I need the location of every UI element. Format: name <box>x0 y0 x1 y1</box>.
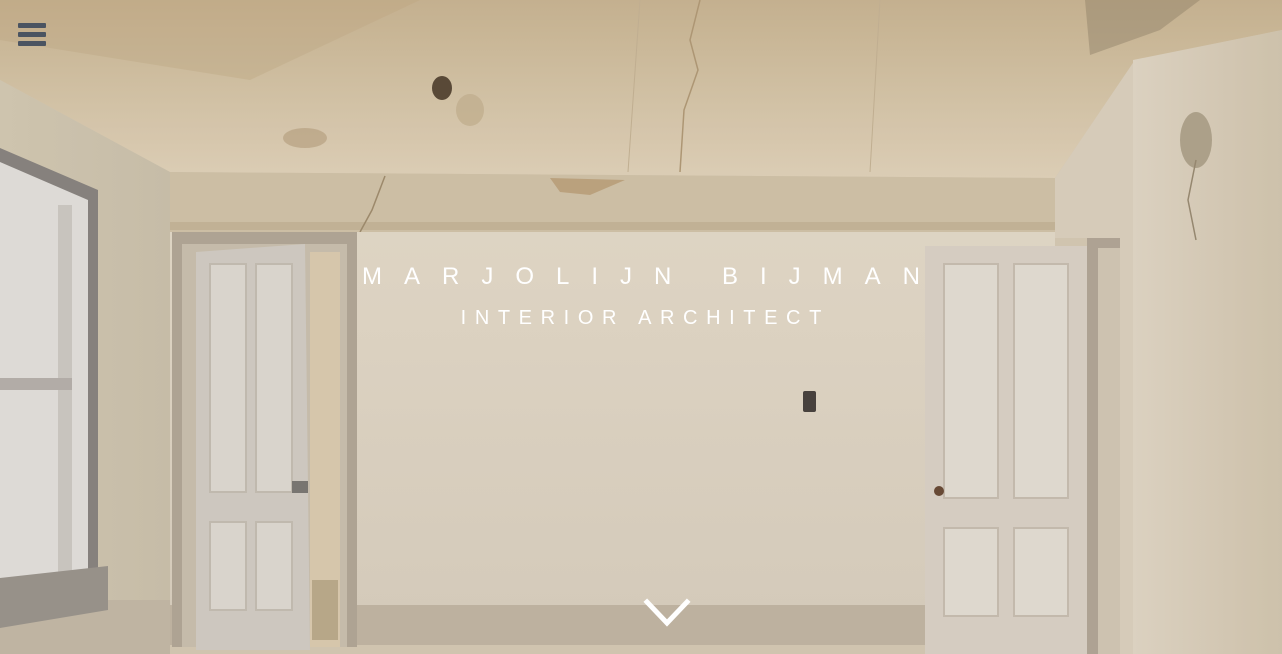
hero-section: MARJOLIJN BIJMAN INTERIOR ARCHITECT <box>0 0 1282 654</box>
menu-button[interactable] <box>17 22 47 48</box>
scroll-down-button[interactable] <box>643 596 691 630</box>
site-subtitle: INTERIOR ARCHITECT <box>460 307 830 329</box>
site-title: MARJOLIJN BIJMAN <box>361 263 943 290</box>
chevron-down-icon <box>643 598 691 627</box>
